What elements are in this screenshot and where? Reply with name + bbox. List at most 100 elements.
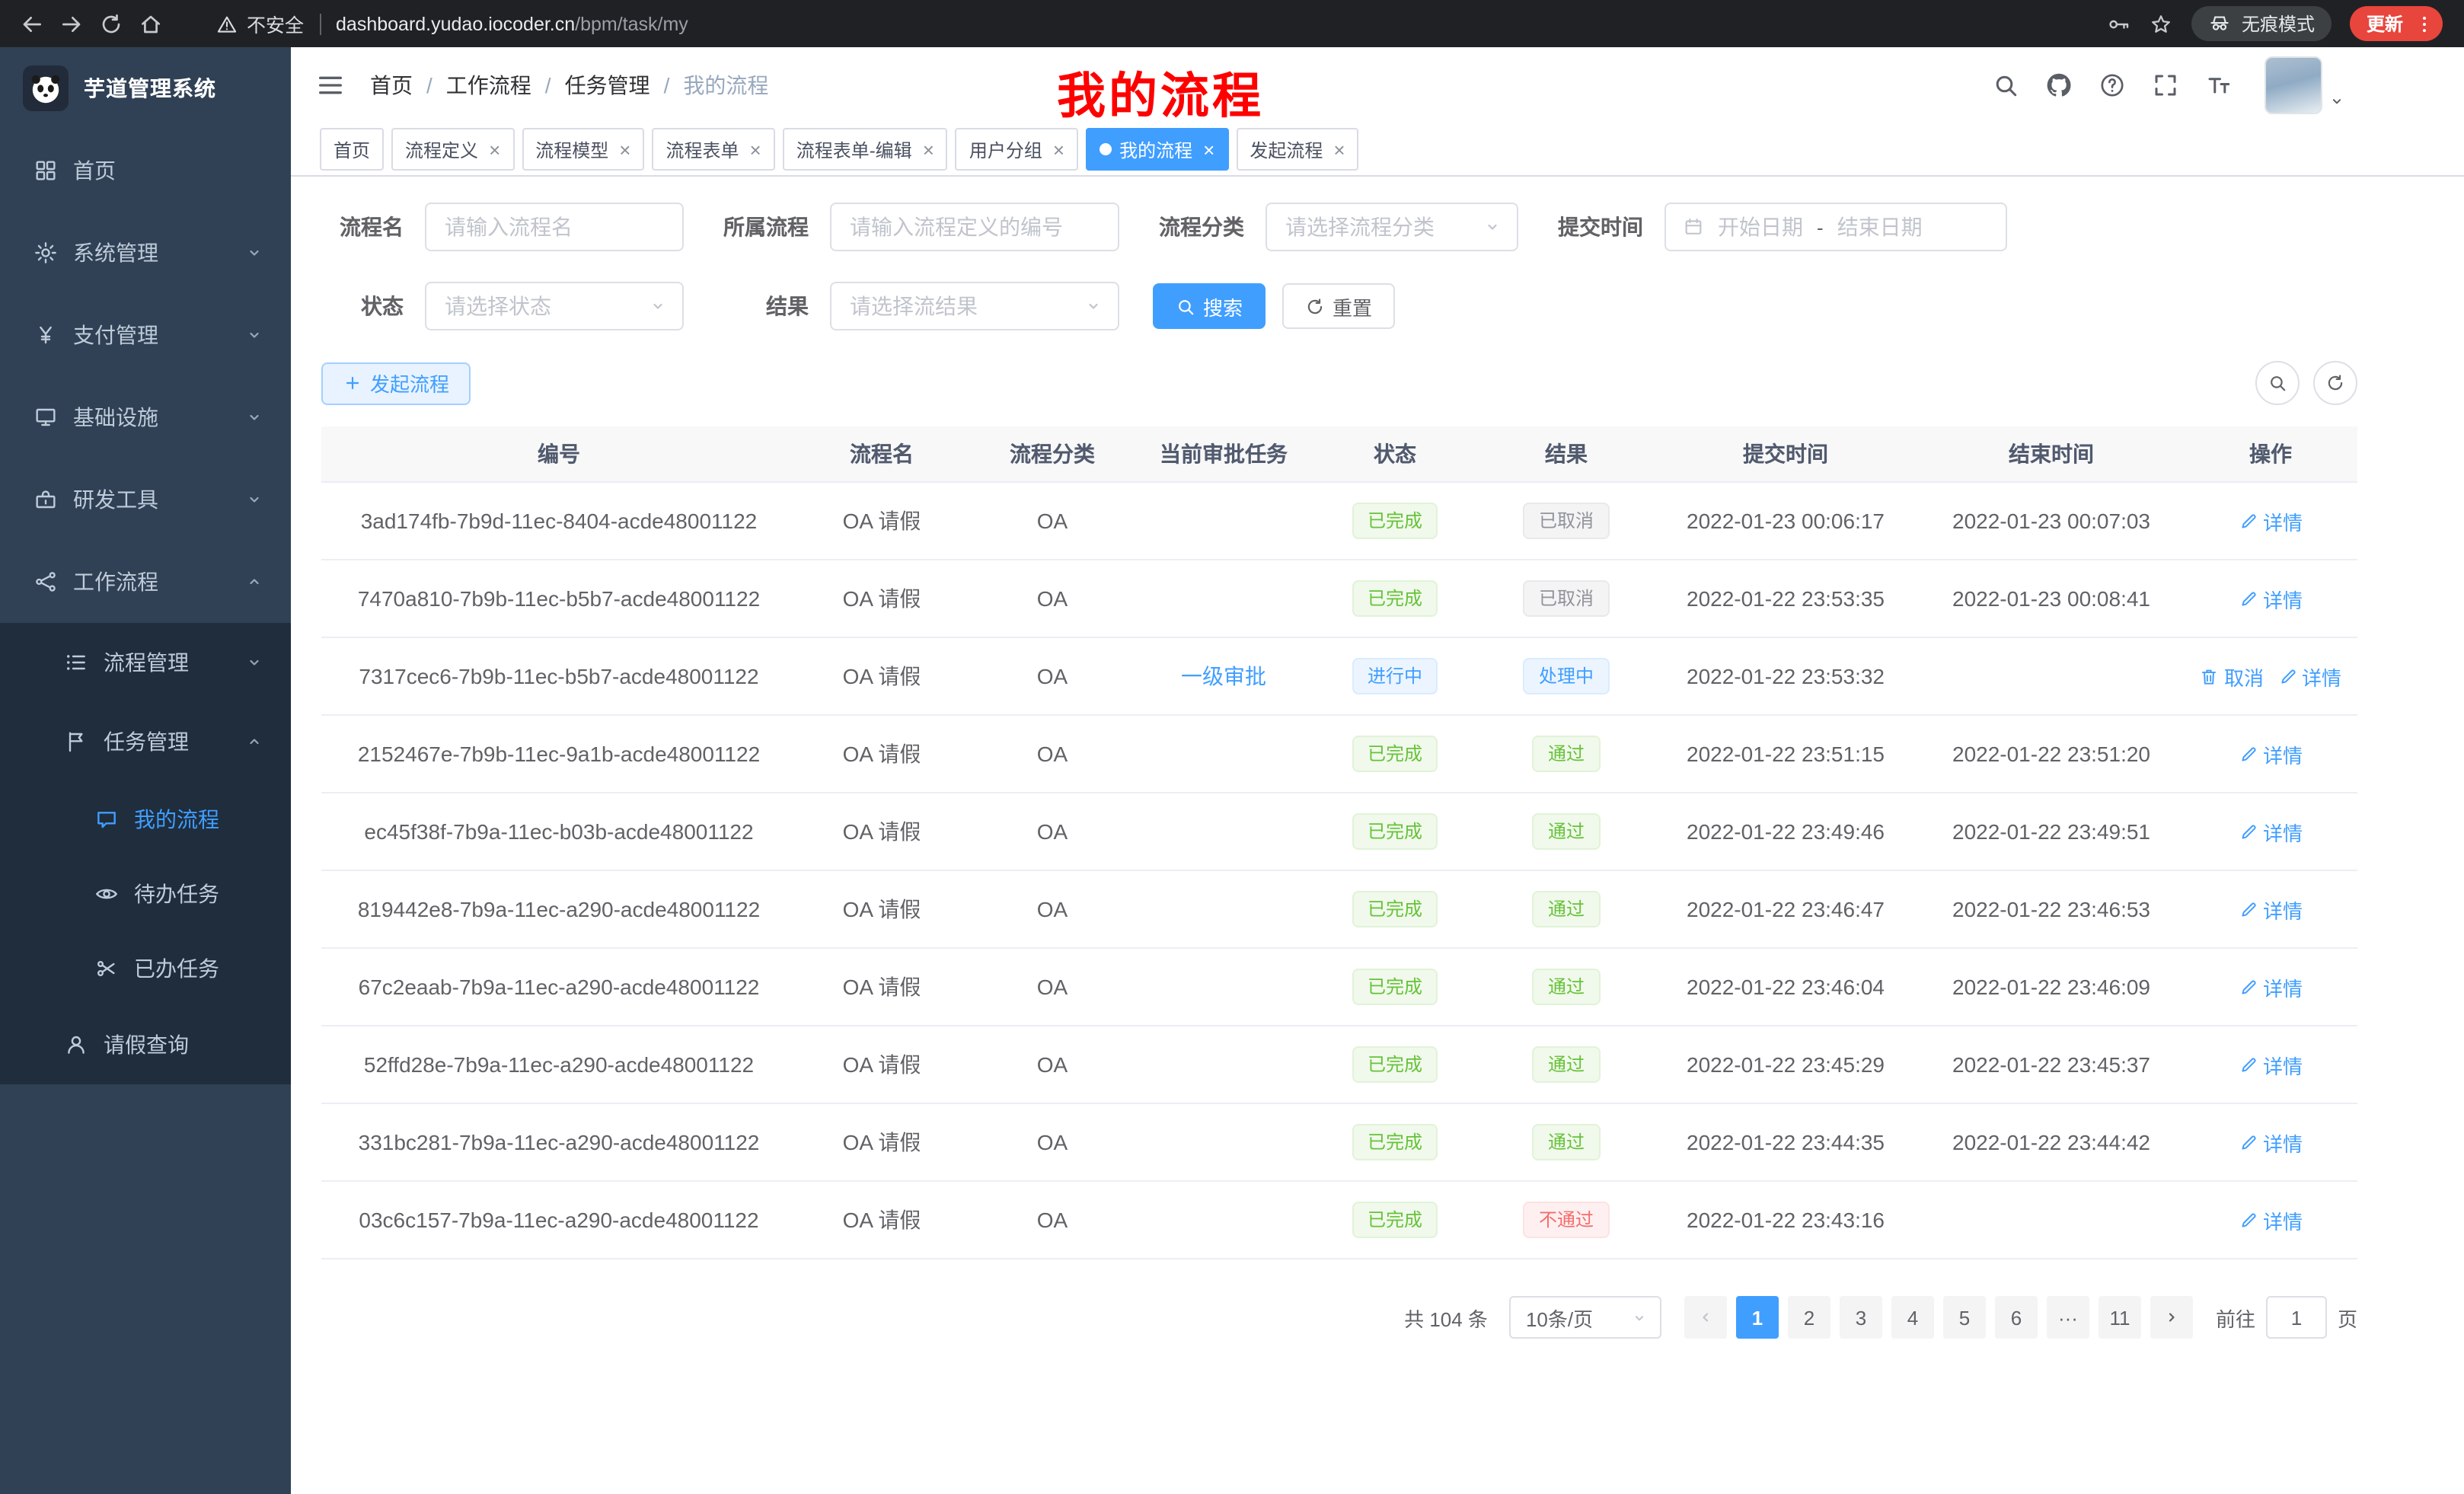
detail-link[interactable]: 详情 <box>2239 817 2303 846</box>
sidebar-item-todo-tasks[interactable]: 待办任务 <box>0 856 291 931</box>
browser-reload-button[interactable] <box>91 4 131 43</box>
cell-current-task <box>1138 560 1310 637</box>
font-size-icon[interactable] <box>2205 72 2233 99</box>
result-badge: 已取消 <box>1524 580 1609 617</box>
page-button-2[interactable]: 2 <box>1788 1296 1830 1339</box>
tab-user-group[interactable]: 用户分组× <box>956 128 1078 171</box>
close-icon[interactable]: × <box>489 139 500 159</box>
detail-link[interactable]: 详情 <box>2239 584 2303 613</box>
detail-link[interactable]: 详情 <box>2277 662 2341 691</box>
prev-page-button[interactable] <box>1684 1296 1727 1339</box>
close-icon[interactable]: × <box>923 139 934 159</box>
page-button-1[interactable]: 1 <box>1736 1296 1779 1339</box>
close-icon[interactable]: × <box>1333 139 1345 159</box>
active-dot <box>1100 143 1112 155</box>
browser-back-button[interactable] <box>12 4 52 43</box>
pagination: 共 104 条 10条/页 123456···11 前往 页 <box>321 1296 2357 1339</box>
tab-process-form-edit[interactable]: 流程表单-编辑 × <box>783 128 948 171</box>
create-process-button[interactable]: 发起流程 <box>321 362 471 404</box>
cancel-link[interactable]: 取消 <box>2200 662 2264 691</box>
submit-time-range-picker[interactable]: 开始日期 - 结束日期 <box>1664 203 2007 251</box>
sidebar-item-done-tasks[interactable]: 已办任务 <box>0 931 291 1005</box>
fullscreen-icon[interactable] <box>2152 72 2179 99</box>
detail-link[interactable]: 详情 <box>2239 739 2303 768</box>
breadcrumb-item[interactable]: 首页 <box>370 70 413 101</box>
breadcrumb-item[interactable]: 工作流程 <box>446 70 531 101</box>
app-logo[interactable]: 芋道管理系统 <box>0 47 291 129</box>
tab-create-process[interactable]: 发起流程× <box>1236 128 1358 171</box>
tool-icon <box>34 487 58 512</box>
browser-update-button[interactable]: 更新 <box>2350 6 2443 41</box>
url-domain: dashboard.yudao.iocoder.cn <box>336 13 575 34</box>
cell-category: OA <box>967 715 1138 793</box>
tab-label: 流程表单-编辑 <box>796 136 912 162</box>
cell-category: OA <box>967 793 1138 870</box>
help-icon[interactable] <box>2099 72 2126 99</box>
sidebar-item-payment-mgmt[interactable]: 支付管理 <box>0 294 291 376</box>
detail-icon <box>2239 1210 2258 1230</box>
toggle-search-button[interactable] <box>2255 361 2300 405</box>
github-icon[interactable] <box>2045 72 2073 99</box>
sidebar-item-system-mgmt[interactable]: 系统管理 <box>0 212 291 294</box>
reset-button[interactable]: 重置 <box>1282 283 1395 329</box>
sidebar-item-label: 请假查询 <box>104 1030 189 1060</box>
address-bar[interactable]: 不安全 dashboard.yudao.iocoder.cn/bpm/task/… <box>216 9 688 38</box>
sidebar-item-label: 首页 <box>73 155 116 186</box>
page-button-6[interactable]: 6 <box>1995 1296 2038 1339</box>
table-row: 67c2eaab-7b9a-11ec-a290-acde48001122OA 请… <box>321 948 2357 1026</box>
page-jump-input[interactable] <box>2266 1296 2327 1339</box>
detail-link[interactable]: 详情 <box>2239 1205 2303 1234</box>
page-button-5[interactable]: 5 <box>1943 1296 1986 1339</box>
sidebar-item-my-process[interactable]: 我的流程 <box>0 781 291 856</box>
hamburger-menu-icon[interactable] <box>315 70 346 101</box>
sidebar-item-leave-query[interactable]: 请假查询 <box>0 1005 291 1084</box>
search-button[interactable]: 搜索 <box>1153 283 1266 329</box>
list-icon <box>64 650 88 675</box>
close-icon[interactable]: × <box>1053 139 1064 159</box>
tab-process-model[interactable]: 流程模型× <box>522 128 644 171</box>
close-icon[interactable]: × <box>750 139 761 159</box>
next-page-button[interactable] <box>2150 1296 2193 1339</box>
search-icon[interactable] <box>1992 72 2019 99</box>
password-key-icon[interactable] <box>2106 11 2130 36</box>
browser-forward-button[interactable] <box>52 4 91 43</box>
close-icon[interactable]: × <box>619 139 630 159</box>
sidebar-item-infrastructure[interactable]: 基础设施 <box>0 376 291 458</box>
status-select[interactable]: 请选择状态 <box>425 282 684 330</box>
close-icon[interactable]: × <box>1203 139 1214 159</box>
result-select[interactable]: 请选择流结果 <box>830 282 1119 330</box>
sidebar-item-workflow[interactable]: 工作流程 <box>0 541 291 623</box>
browser-home-button[interactable] <box>131 4 171 43</box>
current-task-link[interactable]: 一级审批 <box>1181 664 1266 688</box>
user-avatar[interactable] <box>2265 56 2322 114</box>
breadcrumb-item[interactable]: 任务管理 <box>565 70 650 101</box>
user-menu[interactable] <box>2265 56 2345 114</box>
sidebar-item-home[interactable]: 首页 <box>0 129 291 212</box>
detail-link[interactable]: 详情 <box>2239 972 2303 1001</box>
process-name-input[interactable] <box>425 203 684 251</box>
detail-link[interactable]: 详情 <box>2239 1128 2303 1157</box>
page-button-4[interactable]: 4 <box>1891 1296 1934 1339</box>
detail-link[interactable]: 详情 <box>2239 506 2303 535</box>
refresh-list-button[interactable] <box>2313 361 2357 405</box>
sidebar-item-task-mgmt[interactable]: 任务管理 <box>0 702 291 781</box>
page-size-select[interactable]: 10条/页 <box>1509 1296 1661 1339</box>
tab-my-process[interactable]: 我的流程× <box>1086 128 1228 171</box>
category-select[interactable]: 请选择流程分类 <box>1266 203 1518 251</box>
browser-menu-icon[interactable] <box>2414 13 2435 34</box>
tab-process-definition[interactable]: 流程定义× <box>391 128 514 171</box>
chevron-up-icon <box>245 733 263 751</box>
tab-home[interactable]: 首页 <box>320 128 384 171</box>
page-button-3[interactable]: 3 <box>1840 1296 1882 1339</box>
detail-link[interactable]: 详情 <box>2239 895 2303 924</box>
security-indicator[interactable]: 不安全 <box>216 9 304 38</box>
page-button-11[interactable]: 11 <box>2099 1296 2141 1339</box>
process-id-input[interactable] <box>830 203 1119 251</box>
sidebar-item-dev-tools[interactable]: 研发工具 <box>0 458 291 541</box>
sidebar-item-process-mgmt[interactable]: 流程管理 <box>0 623 291 702</box>
bookmark-star-icon[interactable] <box>2149 11 2173 36</box>
page-more-button[interactable]: ··· <box>2047 1296 2089 1339</box>
status-badge: 已完成 <box>1352 891 1438 927</box>
tab-process-form[interactable]: 流程表单× <box>652 128 774 171</box>
detail-link[interactable]: 详情 <box>2239 1050 2303 1079</box>
